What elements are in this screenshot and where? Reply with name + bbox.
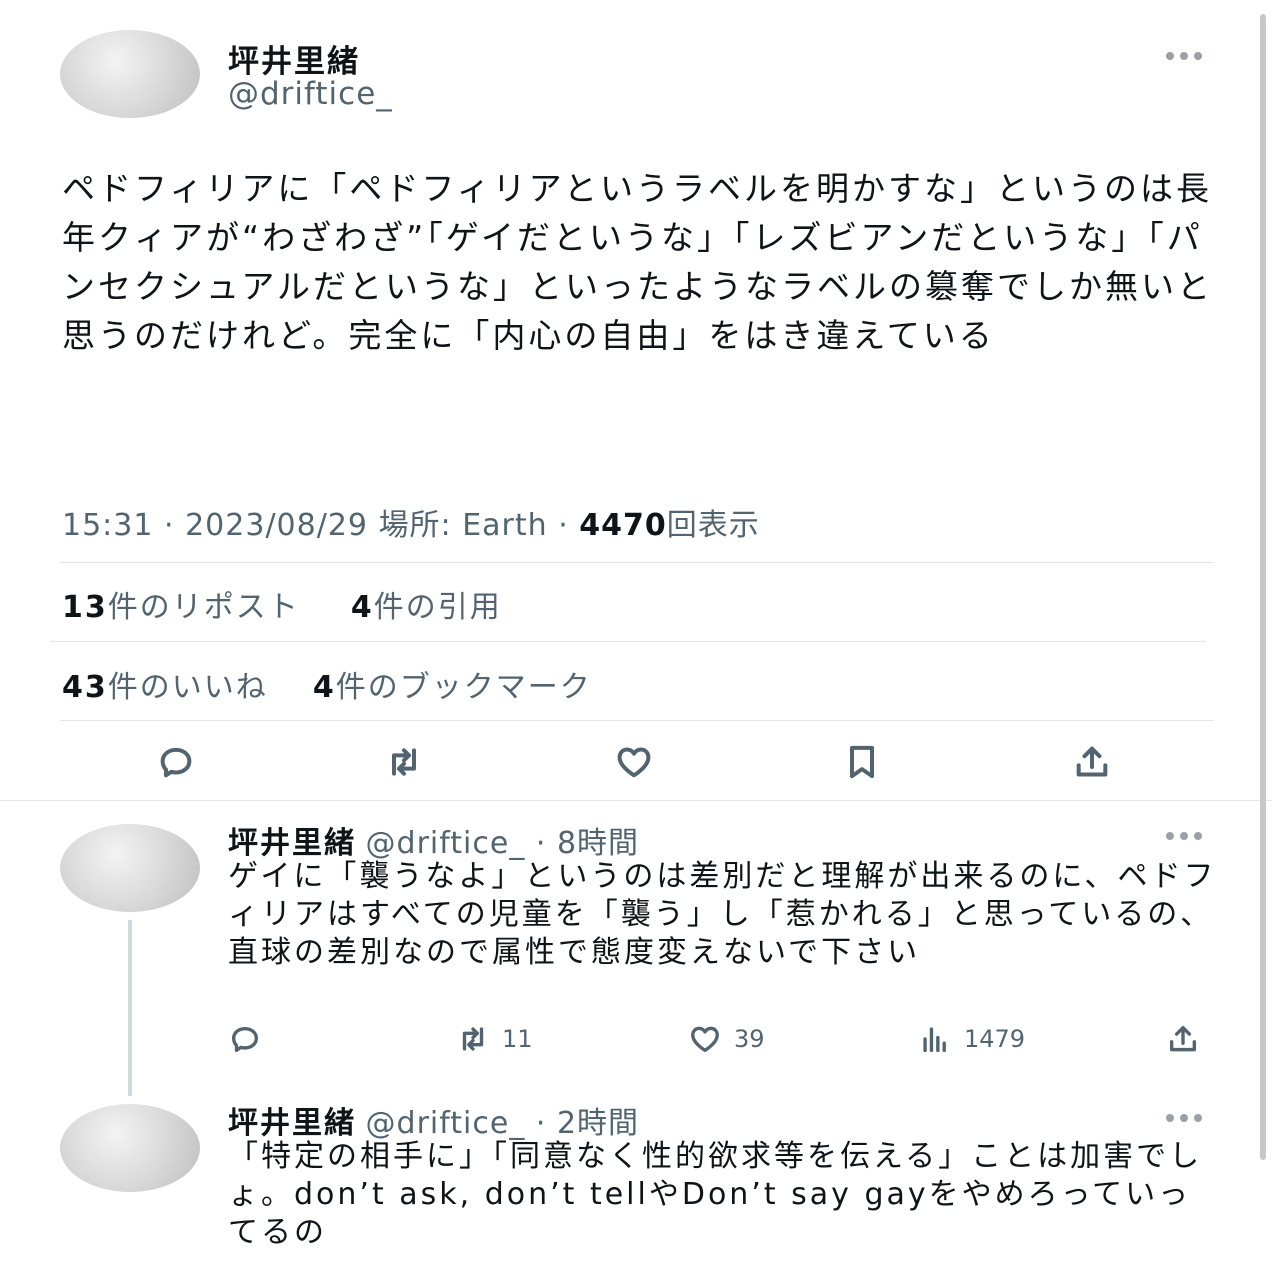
divider	[50, 641, 1206, 642]
like-icon	[691, 1026, 719, 1053]
reply-header: 坪井里緒 @driftice_ · 2時間	[228, 1106, 640, 1141]
reply-text: ゲイに「襲うなよ」というのは差別だと理解が出来るのに、ペドフィリアはすべての児童…	[228, 859, 1217, 970]
retweet-button[interactable]	[372, 730, 436, 794]
tweet-text: ペドフィリアに「ペドフィリアというラベルを明かすな」というのは長年クィアが“わざ…	[62, 169, 1214, 355]
bookmarks-stat[interactable]: 4件のブックマーク	[313, 670, 592, 705]
meta-separator: ·	[164, 508, 186, 543]
retweet-count: 11	[502, 1025, 533, 1053]
reply-display-name[interactable]: 坪井里緒	[228, 1106, 356, 1141]
share-button[interactable]	[1060, 730, 1124, 794]
scrollbar[interactable]	[1260, 14, 1266, 1160]
author-display-name[interactable]: 坪井里緒	[228, 36, 360, 81]
quotes-stat[interactable]: 4件の引用	[351, 590, 502, 625]
divider	[60, 562, 1214, 563]
thread-line	[128, 920, 132, 1096]
share-icon	[1076, 746, 1108, 777]
share-icon	[1169, 1025, 1197, 1052]
reply-header: 坪井里緒 @driftice_ · 8時間	[228, 826, 640, 861]
like-icon	[617, 747, 651, 778]
reply-age[interactable]: 8時間	[557, 826, 639, 861]
like-count: 39	[734, 1025, 765, 1053]
retweet-icon	[462, 1027, 484, 1051]
reply-handle[interactable]: @driftice_	[366, 826, 526, 861]
reply-avatar[interactable]	[60, 1104, 200, 1192]
tweet-location: 場所: Earth	[378, 508, 548, 543]
tweet-meta: 15:31 · 2023/08/29 場所: Earth · 4470回表示	[62, 500, 760, 544]
bookmark-button[interactable]	[830, 730, 894, 794]
meta-separator: ·	[558, 508, 580, 543]
reply-icon	[160, 747, 192, 778]
tweet-date[interactable]: 2023/08/29	[185, 508, 368, 543]
views-count: 1479	[964, 1025, 1026, 1053]
views-label: 回表示	[666, 508, 760, 543]
views-icon	[923, 1027, 946, 1053]
reply-display-name[interactable]: 坪井里緒	[228, 826, 356, 861]
reply-handle[interactable]: @driftice_	[366, 1106, 526, 1141]
reply-icon	[231, 1026, 259, 1053]
reply-text: 「特定の相手に」「同意なく性的欲求等を伝える」ことは加害でしょ。don’t as…	[228, 1139, 1203, 1250]
reply-avatar[interactable]	[60, 824, 200, 912]
likes-stat[interactable]: 43件のいいね	[62, 670, 268, 705]
more-icon[interactable]	[1166, 52, 1202, 60]
divider	[0, 800, 1272, 801]
author-handle[interactable]: @driftice_	[228, 76, 393, 112]
reply-retweet-button[interactable]: 11	[456, 1022, 533, 1056]
author-avatar[interactable]	[60, 30, 200, 118]
bookmark-icon	[850, 745, 874, 779]
reposts-stat[interactable]: 13件のリポスト	[62, 590, 300, 625]
like-button[interactable]	[602, 730, 666, 794]
more-icon[interactable]	[1166, 832, 1202, 840]
divider	[60, 720, 1214, 721]
reply-like-button[interactable]: 39	[688, 1022, 765, 1056]
reply-views-button[interactable]: 1479	[918, 1022, 1025, 1056]
views-count: 4470	[579, 508, 667, 543]
stats-row-reposts: 13件のリポスト 4件の引用	[62, 582, 502, 626]
more-icon[interactable]	[1166, 1114, 1202, 1122]
retweet-icon	[392, 748, 416, 776]
stats-row-likes: 43件のいいね 4件のブックマーク	[62, 662, 592, 706]
tweet-time[interactable]: 15:31	[62, 508, 153, 543]
reply-reply-button[interactable]	[228, 1022, 262, 1056]
reply-button[interactable]	[144, 730, 208, 794]
reply-age[interactable]: 2時間	[557, 1106, 639, 1141]
reply-share-button[interactable]	[1166, 1022, 1200, 1056]
